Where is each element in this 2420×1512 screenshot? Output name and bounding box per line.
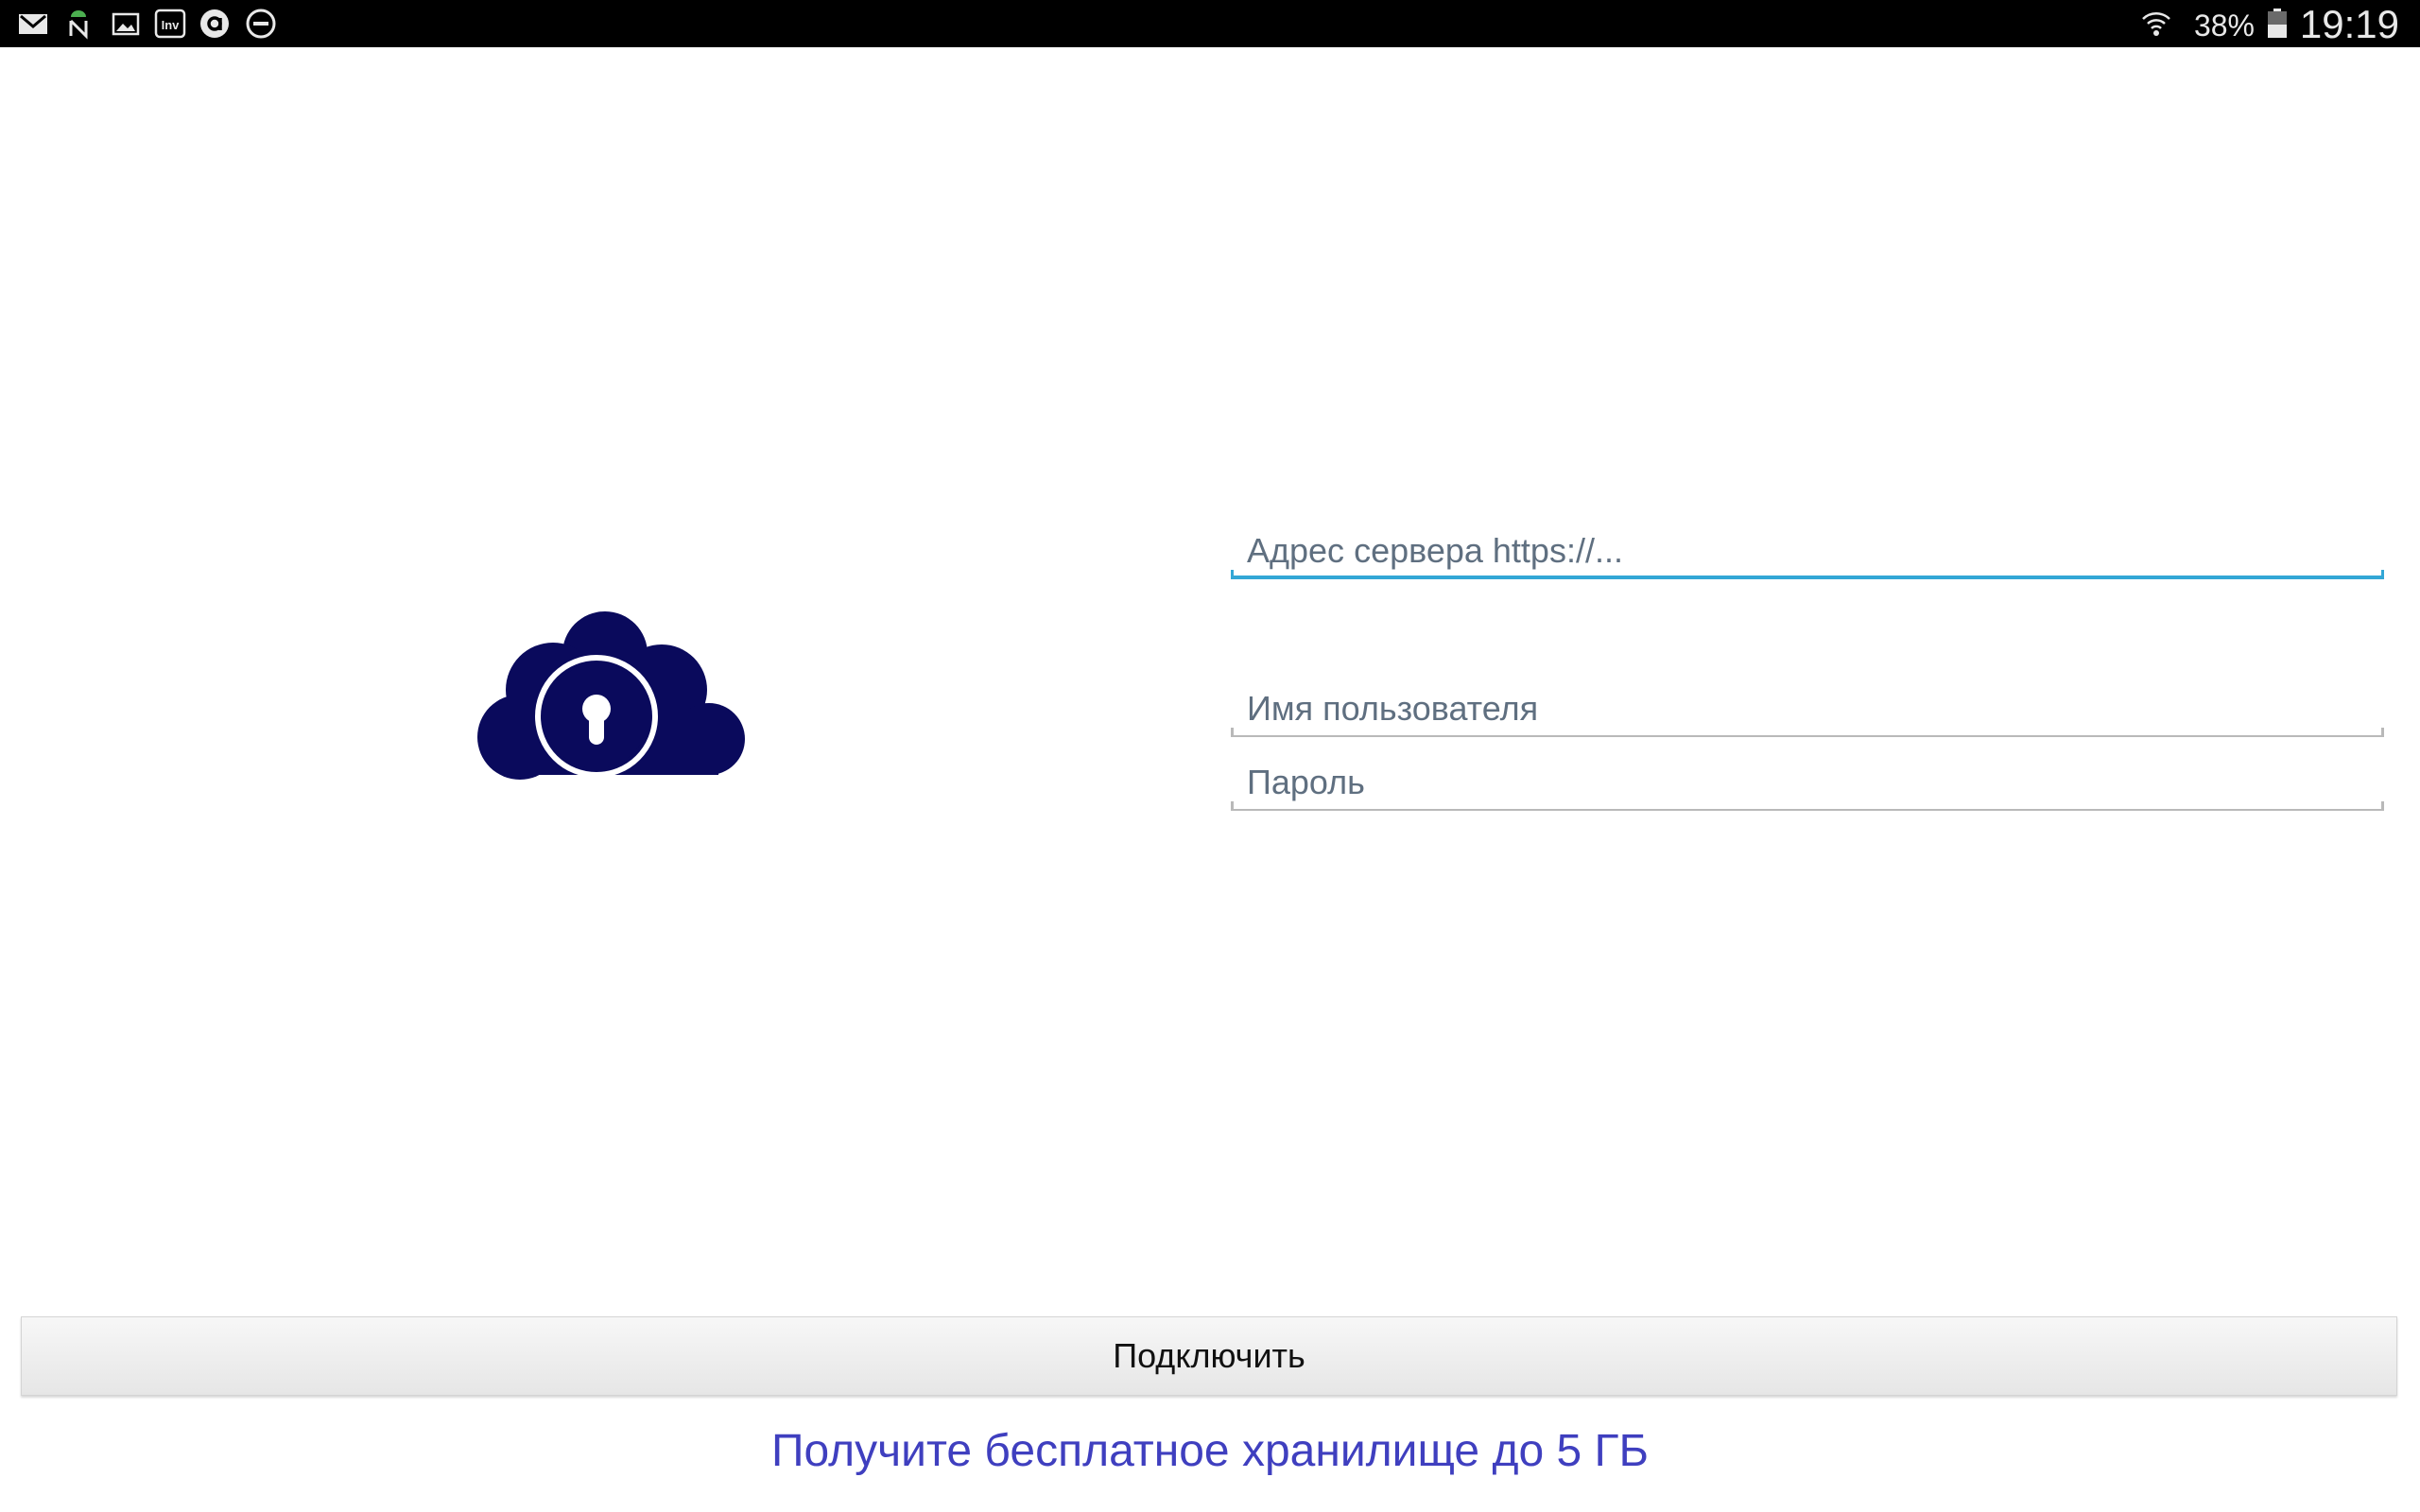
- username-underline: [1231, 735, 2384, 737]
- status-bar: Inv 38% 19:19: [0, 0, 2420, 47]
- gmail-icon: [19, 14, 47, 34]
- field-edge-right: [2381, 801, 2384, 811]
- do-not-disturb-icon: [246, 9, 276, 39]
- password-input[interactable]: [1231, 754, 2384, 811]
- server-address-input[interactable]: [1231, 523, 2384, 579]
- wifi-icon: [2142, 12, 2170, 36]
- connect-button[interactable]: Подключить: [21, 1316, 2397, 1396]
- field-edge-left: [1231, 801, 1234, 811]
- gallery-icon: [112, 12, 140, 36]
- server-address-field[interactable]: [1231, 523, 2384, 579]
- cloud-lock-logo-icon: [477, 611, 745, 780]
- inv-icon: Inv: [154, 9, 186, 39]
- clock: 19:19: [2299, 2, 2399, 46]
- password-field[interactable]: [1231, 754, 2384, 811]
- field-edge-left: [1231, 728, 1234, 737]
- android-n-icon: [69, 10, 88, 40]
- server-address-underline: [1231, 576, 2384, 579]
- circle-a-icon: [200, 9, 229, 38]
- username-field[interactable]: [1231, 680, 2384, 737]
- field-edge-left: [1231, 570, 1234, 579]
- battery-icon: [2268, 9, 2287, 38]
- field-edge-right: [2381, 570, 2384, 579]
- free-storage-link[interactable]: Получите бесплатное хранилище до 5 ГБ: [0, 1425, 2420, 1477]
- field-edge-right: [2381, 728, 2384, 737]
- svg-text:Inv: Inv: [162, 18, 181, 32]
- username-input[interactable]: [1231, 680, 2384, 737]
- password-underline: [1231, 809, 2384, 811]
- battery-percent: 38%: [2193, 9, 2255, 43]
